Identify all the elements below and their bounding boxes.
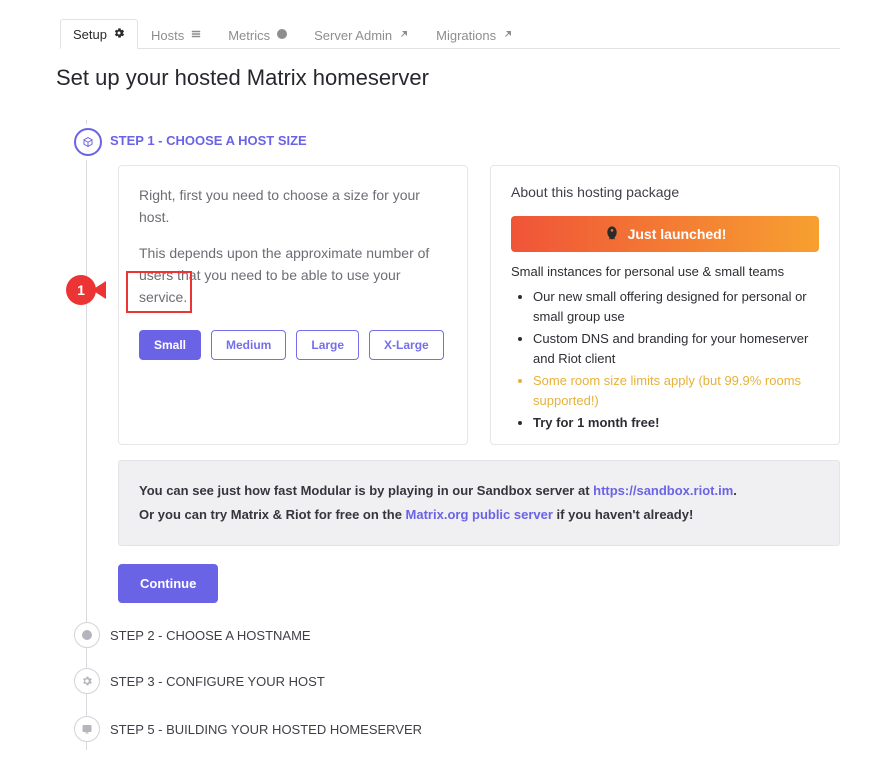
package-item: Our new small offering designed for pers… — [533, 287, 819, 327]
list-icon — [190, 28, 202, 43]
info-text: . — [733, 483, 737, 498]
callout-number: 1 — [66, 275, 96, 305]
size-small-button[interactable]: Small — [139, 330, 201, 360]
timeline-line — [86, 120, 87, 750]
tab-label: Hosts — [151, 28, 184, 43]
size-buttons: Small Medium Large X-Large — [139, 330, 447, 360]
package-subhead: Small instances for personal use & small… — [511, 264, 819, 279]
step2-title: STEP 2 - CHOOSE A HOSTNAME — [110, 628, 311, 643]
package-item-warning: Some room size limits apply (but 99.9% r… — [533, 371, 819, 411]
info-strip: You can see just how fast Modular is by … — [118, 460, 840, 546]
choose-size-text1: Right, first you need to choose a size f… — [139, 184, 447, 228]
package-item-try-free: Try for 1 month free! — [533, 413, 819, 433]
external-icon — [398, 28, 410, 43]
size-large-button[interactable]: Large — [296, 330, 359, 360]
step1-title: STEP 1 - CHOOSE A HOST SIZE — [110, 133, 307, 148]
step1-node-icon — [74, 128, 102, 156]
step3-node-icon — [74, 668, 100, 694]
size-medium-button[interactable]: Medium — [211, 330, 286, 360]
size-xlarge-button[interactable]: X-Large — [369, 330, 444, 360]
tab-bar: Setup Hosts Metrics Server Admin Migrati… — [60, 18, 840, 49]
about-package-card: About this hosting package Just launched… — [490, 165, 840, 445]
about-package-heading: About this hosting package — [511, 184, 819, 200]
rocket-icon — [604, 225, 620, 244]
page-title: Set up your hosted Matrix homeserver — [56, 65, 429, 91]
tab-label: Migrations — [436, 28, 496, 43]
tab-hosts[interactable]: Hosts — [138, 20, 215, 49]
step3-title: STEP 3 - CONFIGURE YOUR HOST — [110, 674, 325, 689]
tab-migrations[interactable]: Migrations — [423, 20, 527, 49]
sandbox-link[interactable]: https://sandbox.riot.im — [593, 483, 733, 498]
info-text: You can see just how fast Modular is by … — [139, 483, 593, 498]
clock-icon — [276, 28, 288, 43]
tab-setup[interactable]: Setup — [60, 19, 138, 49]
step1-panel: Right, first you need to choose a size f… — [118, 165, 840, 603]
tab-label: Metrics — [228, 28, 270, 43]
step5-title: STEP 5 - BUILDING YOUR HOSTED HOMESERVER — [110, 722, 422, 737]
matrix-org-link[interactable]: Matrix.org public server — [406, 507, 553, 522]
choose-size-card: Right, first you need to choose a size f… — [118, 165, 468, 445]
tab-label: Setup — [73, 27, 107, 42]
info-text: if you haven't already! — [553, 507, 693, 522]
tab-label: Server Admin — [314, 28, 392, 43]
settings-icon — [113, 27, 125, 42]
tab-server-admin[interactable]: Server Admin — [301, 20, 423, 49]
package-list: Our new small offering designed for pers… — [511, 287, 819, 433]
just-launched-label: Just launched! — [628, 226, 727, 242]
step5-node-icon — [74, 716, 100, 742]
continue-button[interactable]: Continue — [118, 564, 218, 603]
external-icon — [502, 28, 514, 43]
callout-marker: 1 — [66, 275, 110, 305]
just-launched-pill: Just launched! — [511, 216, 819, 252]
tab-metrics[interactable]: Metrics — [215, 20, 301, 49]
choose-size-text2: This depends upon the approximate number… — [139, 242, 447, 308]
step2-node-icon — [74, 622, 100, 648]
package-item: Custom DNS and branding for your homeser… — [533, 329, 819, 369]
info-text: Or you can try Matrix & Riot for free on… — [139, 507, 406, 522]
